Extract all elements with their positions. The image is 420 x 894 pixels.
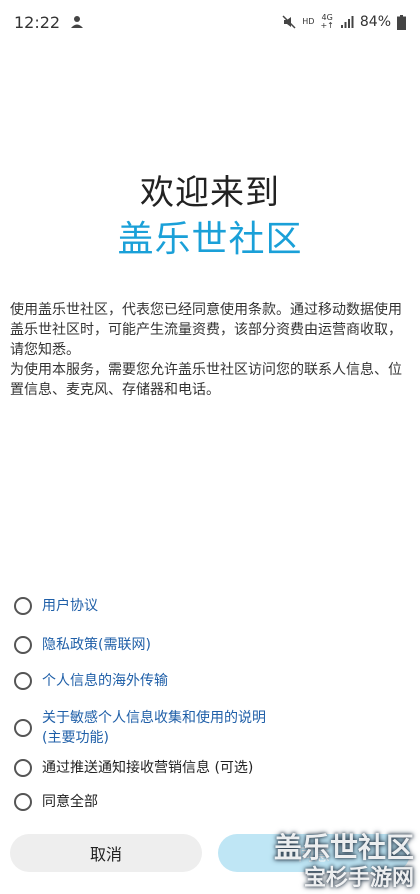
consent-overseas-transfer[interactable]: 个人信息的海外传输 — [14, 671, 168, 691]
consent-label[interactable]: 通过推送通知接收营销信息 (可选) — [42, 758, 253, 778]
person-icon — [70, 15, 84, 29]
clock: 12:22 — [14, 12, 61, 32]
network-indicator: 4G +↑ — [320, 14, 333, 30]
radio-button[interactable] — [14, 759, 32, 777]
radio-button[interactable] — [14, 636, 32, 654]
radio-button[interactable] — [14, 672, 32, 690]
terms-description: 使用盖乐世社区，代表您已经同意使用条款。通过移动数据使用盖乐世社区时，可能产生流… — [10, 300, 410, 400]
battery-icon — [397, 14, 406, 30]
network-arrows: +↑ — [320, 21, 334, 30]
radio-button[interactable] — [14, 719, 32, 737]
consent-user-agreement[interactable]: 用户协议 — [14, 596, 98, 616]
consent-privacy-policy[interactable]: 隐私政策(需联网) — [14, 635, 151, 655]
consent-label[interactable]: 关于敏感个人信息收集和使用的说明 (主要功能) — [42, 708, 266, 748]
terms-paragraph-1: 使用盖乐世社区，代表您已经同意使用条款。通过移动数据使用盖乐世社区时，可能产生流… — [10, 302, 402, 358]
radio-button[interactable] — [14, 793, 32, 811]
consent-agree-all[interactable]: 同意全部 — [14, 792, 98, 812]
battery-percent: 84% — [359, 14, 391, 30]
status-bar-left: 12:22 — [14, 13, 84, 32]
terms-paragraph-2: 为使用本服务，需要您允许盖乐世社区访问您的联系人信息、位置信息、麦克风、存储器和… — [10, 362, 402, 398]
consent-label[interactable]: 用户协议 — [42, 596, 98, 616]
welcome-heading: 欢迎来到 — [140, 173, 280, 213]
mute-icon — [282, 15, 296, 29]
consent-label[interactable]: 同意全部 — [42, 792, 98, 812]
hd-indicator: HD — [302, 17, 315, 26]
watermark-text: 宝杉手游网 — [303, 866, 414, 891]
cancel-button[interactable]: 取消 — [10, 834, 202, 872]
app-name-heading: 盖乐世社区 — [117, 219, 303, 260]
consent-label[interactable]: 隐私政策(需联网) — [42, 635, 151, 655]
radio-button[interactable] — [14, 597, 32, 615]
signal-icon — [340, 15, 354, 29]
status-bar: 12:22 HD 4G +↑ 84% — [0, 0, 420, 44]
consent-marketing-push[interactable]: 通过推送通知接收营销信息 (可选) — [14, 758, 253, 778]
status-bar-right: HD 4G +↑ 84% — [282, 14, 406, 30]
consent-sensitive-info[interactable]: 关于敏感个人信息收集和使用的说明 (主要功能) — [14, 708, 266, 748]
consent-label[interactable]: 个人信息的海外传输 — [42, 671, 168, 691]
